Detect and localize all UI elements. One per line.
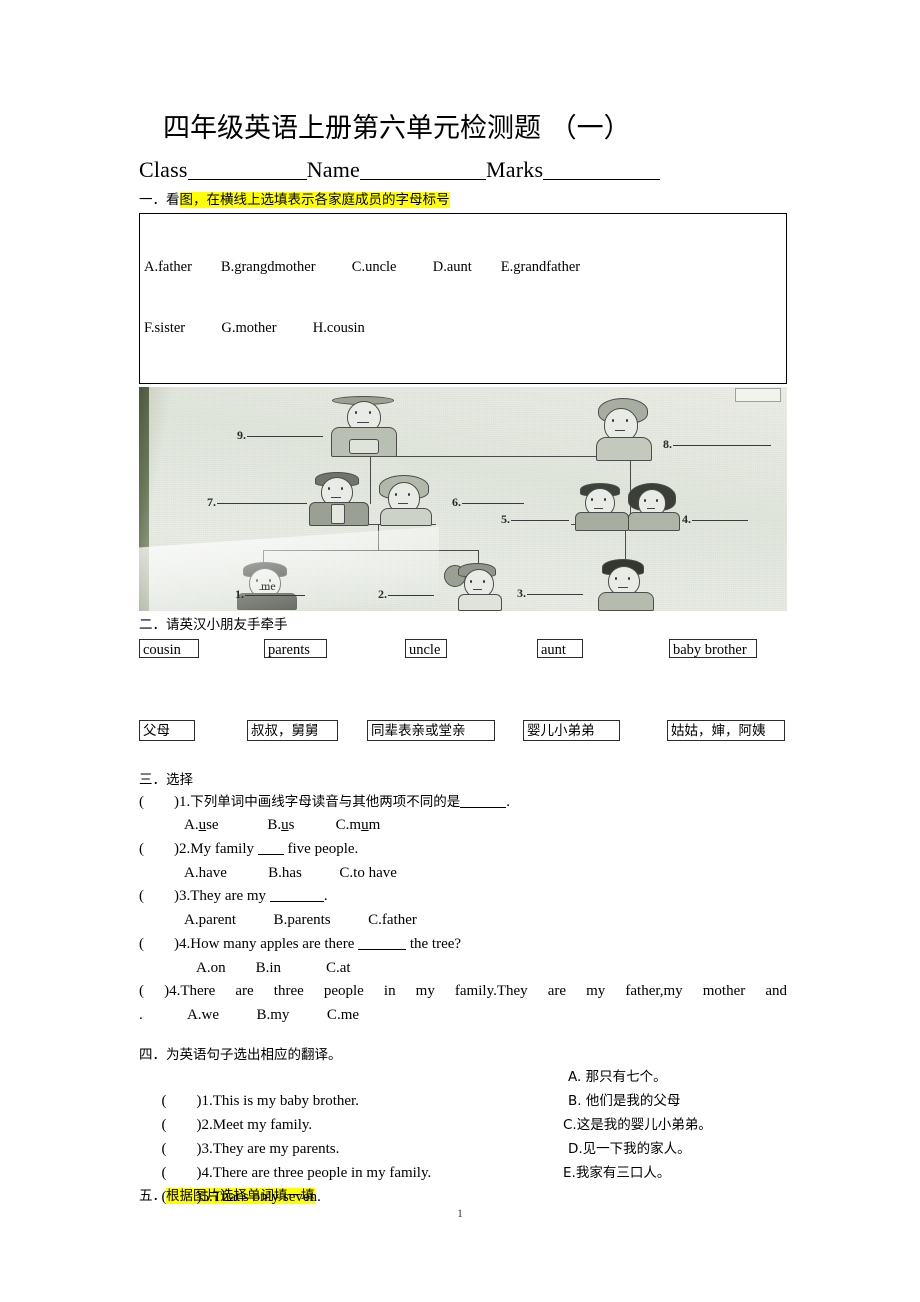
- q3-4-bracket[interactable]: ( ): [139, 936, 179, 952]
- page-number: 1: [457, 1206, 463, 1220]
- q3-1-number: 1.: [179, 793, 191, 810]
- class-input-blank[interactable]: [187, 179, 307, 181]
- exam-paper-page: 四年级英语上册第六单元检测题 （一） Class Name Marks 一．看图，在…: [0, 0, 920, 1302]
- q3-5-stem: There are three people in my family.They…: [180, 983, 787, 1000]
- section-1-number: 一．: [139, 192, 166, 209]
- q3-2-stem-post: five people.: [283, 841, 359, 858]
- q3-5-bracket[interactable]: ( ): [139, 983, 169, 999]
- q3-2-stem-pre: My family: [190, 841, 258, 858]
- word-box-parents[interactable]: parents: [264, 639, 327, 659]
- tree-blank-7[interactable]: 7.: [207, 495, 307, 510]
- match-row-4: ( )4.There are three people in my family…: [139, 1137, 787, 1181]
- match-row-5: ( )5.That's only seven. E.我家有三口人。: [139, 1161, 787, 1205]
- q3-1-stem: 下列单词中画线字母读音与其他两项不同的是: [190, 793, 461, 810]
- marks-input-blank[interactable]: [543, 179, 661, 181]
- class-label: Class: [139, 157, 188, 183]
- word-bank-line-2: F.sister G.mother H.cousin: [144, 320, 365, 337]
- word-box-tongbei-biaoqin[interactable]: 同辈表亲或堂亲: [367, 720, 495, 742]
- section-2-heading: 二．请英汉小朋友手牵手: [139, 617, 288, 634]
- q3-4-number: 4.: [179, 935, 191, 952]
- q3-2-bracket[interactable]: ( ): [139, 841, 179, 857]
- match-right-a: A. 那只有七个。: [568, 1068, 667, 1085]
- tree-blank-2[interactable]: 2.: [378, 587, 434, 602]
- match-right-b: B. 他们是我的父母: [568, 1092, 681, 1109]
- match-right-c: C.这是我的婴儿小弟弟。: [563, 1116, 712, 1133]
- q3-3-number: 3.: [179, 888, 191, 905]
- figure-aunt: [626, 483, 682, 532]
- tree-connector-top: [370, 456, 631, 458]
- figure-cousin: [594, 559, 656, 612]
- tree-blank-4[interactable]: 4.: [682, 512, 748, 527]
- q3-1-bracket[interactable]: ( ): [139, 794, 179, 810]
- q3-3-bracket[interactable]: ( ): [139, 888, 179, 904]
- q3-1-tail: .: [506, 793, 510, 810]
- name-input-blank[interactable]: [360, 179, 487, 181]
- q3-1-blank[interactable]: [460, 806, 507, 808]
- word-box-shushu-jiujiu[interactable]: 叔叔，舅舅: [247, 720, 338, 742]
- q3-3-stem-post: .: [323, 888, 328, 905]
- english-word-row: cousin parents uncle aunt baby brother: [139, 639, 787, 663]
- q3-5-choices: A.we B.my C.me: [186, 1006, 360, 1023]
- section-1-prefix: 看: [166, 192, 180, 209]
- tree-blank-5[interactable]: 5.: [501, 512, 569, 527]
- marks-label: Marks: [486, 157, 544, 183]
- word-box-yinger-xiaodidi[interactable]: 婴儿小弟弟: [523, 720, 620, 742]
- tree-blank-3[interactable]: 3.: [517, 586, 583, 601]
- section-1-heading: 一．看图，在横线上选填表示各家庭成员的字母标号: [139, 190, 787, 210]
- question-3-5-second-line: . A.we B.my C.me: [139, 1004, 787, 1028]
- word-box-aunt[interactable]: aunt: [537, 639, 583, 659]
- figure-grandmother: [594, 397, 656, 462]
- question-3-5: ( )4.There are three people in my family…: [139, 980, 787, 1004]
- figure-father: [309, 472, 371, 527]
- q3-4-stem-pre: How many apples are there: [190, 935, 359, 952]
- match-left-5[interactable]: ( )5.That's only seven.: [162, 1189, 321, 1205]
- section-4-heading: 四．为英语句子选出相应的翻译。: [139, 1046, 342, 1063]
- page-content: 四年级英语上册第六单元检测题 （一） Class Name Marks 一．看图，在…: [139, 0, 787, 1206]
- question-3-4: ( )4.How many apples are there the tree?: [139, 933, 787, 957]
- question-3-1-choices: A.use B.us C.mum: [184, 817, 381, 834]
- question-3-2-choices: A.have B.has C.to have: [184, 864, 397, 881]
- tree-answer-me: me: [261, 579, 276, 594]
- figure-mother: [377, 475, 435, 527]
- q3-5-number: 4.: [169, 983, 181, 1000]
- student-info-line: Class Name Marks: [139, 157, 787, 182]
- match-row-3: ( )3.They are my parents. C.这是我的婴儿小弟弟。: [139, 1113, 787, 1157]
- figure-uncle: [575, 483, 631, 532]
- q3-3-blank[interactable]: [269, 901, 324, 903]
- match-right-d: D.见一下我的家人。: [568, 1140, 691, 1157]
- photo-corner-mark: [735, 388, 781, 403]
- question-3-3-choices: A.parent B.parents C.father: [184, 912, 417, 929]
- figure-grandfather: [325, 393, 403, 458]
- question-3-3: ( )3.They are my .: [139, 885, 787, 909]
- word-box-gugu-shen-ayi[interactable]: 姑姑，婶，阿姨: [667, 720, 785, 742]
- tree-blank-9[interactable]: 9.: [237, 428, 323, 443]
- word-box-uncle[interactable]: uncle: [405, 639, 447, 659]
- chinese-word-row: 父母 叔叔，舅舅 同辈表亲或堂亲 婴儿小弟弟 姑姑，婶，阿姨: [139, 720, 787, 744]
- section-3-heading: 三．选择: [139, 772, 193, 789]
- match-right-e: E.我家有三口人。: [563, 1164, 671, 1181]
- match-row-1: ( )1.This is my baby brother. A. 那只有七个。: [139, 1065, 787, 1109]
- question-3-1: ( )1.下列单词中画线字母读音与其他两项不同的是.: [139, 791, 787, 815]
- q3-4-blank[interactable]: [358, 948, 407, 950]
- q3-4-stem-post: the tree?: [406, 935, 462, 952]
- tree-blank-6[interactable]: 6.: [452, 495, 524, 510]
- question-3-4-choices: A.on B.in C.at: [196, 959, 351, 976]
- section-1-heading-highlight: 图，在横线上选填表示各家庭成员的字母标号: [179, 192, 450, 209]
- family-tree-photo: 1. me 2. 3. 4. 5. 6. 7. 8. 9.: [139, 387, 787, 612]
- word-box-fumu[interactable]: 父母: [139, 720, 195, 742]
- word-bank-line-1: A.father B.grangdmother C.uncle D.aunt E…: [144, 258, 581, 275]
- q3-2-number: 2.: [179, 841, 191, 858]
- match-row-2: ( )2.Meet my family. B. 他们是我的父母: [139, 1089, 787, 1133]
- word-box-baby-brother[interactable]: baby brother: [669, 639, 757, 659]
- figure-sister: [444, 563, 504, 612]
- word-box-cousin[interactable]: cousin: [139, 639, 199, 659]
- question-3-2: ( )2.My family five people.: [139, 838, 787, 862]
- word-bank-box: A.father B.grangdmother C.uncle D.aunt E…: [139, 212, 787, 385]
- q3-3-stem-pre: They are my: [190, 888, 270, 905]
- tree-blank-8[interactable]: 8.: [663, 437, 771, 452]
- page-title: 四年级英语上册第六单元检测题 （一）: [163, 113, 631, 144]
- name-label: Name: [306, 157, 361, 183]
- q3-2-blank[interactable]: [257, 854, 284, 856]
